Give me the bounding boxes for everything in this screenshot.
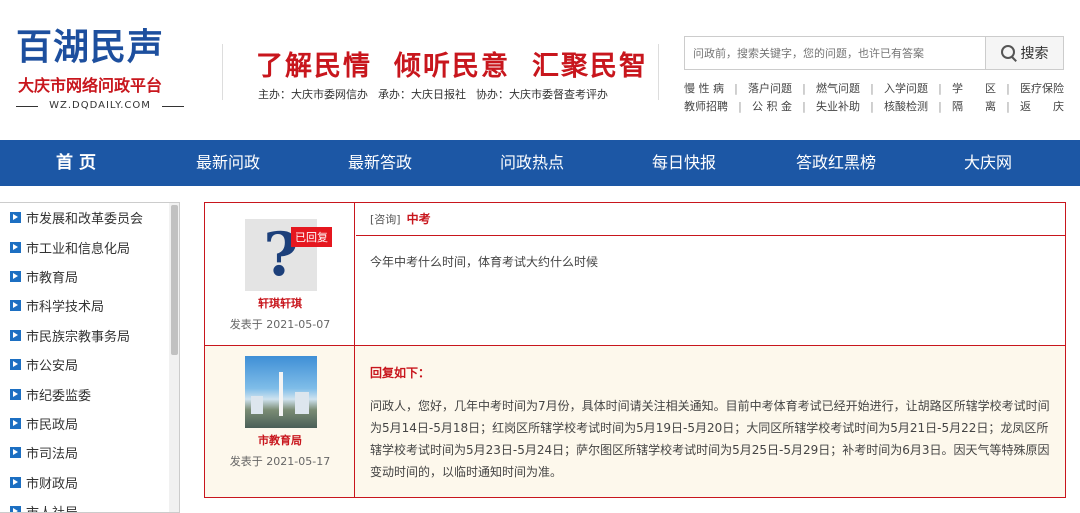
answer-date: 发表于 2021-05-17: [229, 455, 331, 468]
hot-tag[interactable]: 慢 性 病: [684, 80, 724, 98]
slogan-2: 倾听民意: [394, 51, 510, 82]
hot-tags-row-1: 慢 性 病 | 落户问题 | 燃气问题 | 入学问题 | 学 区 | 医疗保险: [684, 80, 1064, 98]
sidebar-item-label: 市人社局: [26, 502, 78, 512]
hot-tag[interactable]: 核酸检测: [884, 98, 928, 116]
main-nav: 首 页 最新问政 最新答政 问政热点 每日快报 答政红黑榜 大庆网: [0, 140, 1080, 186]
nav-daqing-net[interactable]: 大庆网: [912, 140, 1064, 186]
hot-tag[interactable]: 入学问题: [884, 80, 928, 98]
nav-hot-topics[interactable]: 问政热点: [456, 140, 608, 186]
nav-latest-answers[interactable]: 最新答政: [304, 140, 456, 186]
answer-body: 回复如下： 问政人，您好，几年中考时间为7月份，具体时间请关注相关通知。目前中考…: [356, 346, 1065, 497]
sidebar-item-label: 市公安局: [26, 359, 79, 375]
sidebar-item-education[interactable]: 市教育局: [0, 262, 179, 291]
sidebar-scrollbar[interactable]: [169, 203, 179, 512]
header-divider-left: [222, 44, 223, 100]
site-logo[interactable]: 百湖民声 大庆市网络问政平台 WZ.DQDAILY.COM: [16, 26, 188, 116]
arrow-right-icon: [10, 270, 21, 282]
question-body: [咨询] 中考 今年中考什么时间，体育考试大约什么时候: [356, 203, 1065, 345]
nav-latest-questions[interactable]: 最新问政: [152, 140, 304, 186]
sidebar-item-discipline[interactable]: 市纪委监委: [0, 379, 179, 408]
arrow-right-icon: [10, 417, 21, 429]
answer-department[interactable]: 市教育局: [205, 432, 355, 448]
organizer-co: 协办：大庆市委督查考评办: [476, 88, 608, 101]
answer-section: 市教育局 发表于 2021-05-17 回复如下： 问政人，您好，几年中考时间为…: [205, 346, 1065, 497]
header: 百湖民声 大庆市网络问政平台 WZ.DQDAILY.COM 了解民情 倾听民意 汇聚…: [0, 0, 1080, 140]
hot-tag[interactable]: 失业补助: [816, 98, 860, 116]
question-date: 发表于 2021-05-07: [229, 318, 331, 331]
sidebar-item-label: 市工业和信息化局: [26, 241, 131, 257]
slogan-3: 汇聚民智: [532, 51, 648, 82]
answer-content: 问政人，您好，几年中考时间为7月份，具体时间请关注相关通知。目前中考体育考试已经…: [370, 399, 1050, 479]
question-title: 中考: [406, 212, 431, 226]
hot-tag[interactable]: 医疗保险: [1020, 80, 1064, 98]
arrow-right-icon: [10, 388, 21, 400]
sidebar-item-label: 市财政局: [26, 476, 79, 492]
organizer-undertaker: 承办：大庆日报社: [378, 88, 466, 101]
question-title-row: [咨询] 中考: [356, 203, 1065, 236]
nav-ranking[interactable]: 答政红黑榜: [760, 140, 912, 186]
arrow-right-icon: [10, 212, 21, 224]
search-button-label: 搜索: [1020, 46, 1049, 62]
arrow-right-icon: [10, 447, 21, 459]
arrow-right-icon: [10, 300, 21, 312]
arrow-right-icon: [10, 359, 21, 371]
logo-subtitle: 大庆市网络问政平台: [18, 76, 163, 95]
hot-tag[interactable]: 落户问题: [748, 80, 792, 98]
sidebar-item-human-resources[interactable]: 市人社局: [0, 497, 179, 512]
hot-tags: 慢 性 病 | 落户问题 | 燃气问题 | 入学问题 | 学 区 | 医疗保险 教师招聘 |…: [684, 80, 1064, 116]
question-detail: ? 已回复 轩琪轩琪 发表于 2021-05-07 [咨询] 中考 今年中考什么时…: [204, 202, 1066, 498]
hot-tag[interactable]: 返 庆: [1020, 98, 1064, 116]
sidebar-item-label: 市司法局: [26, 447, 79, 463]
sidebar-item-industry-it[interactable]: 市工业和信息化局: [0, 232, 179, 261]
answer-author: 市教育局 发表于 2021-05-17: [205, 346, 355, 497]
sidebar-item-finance[interactable]: 市财政局: [0, 468, 179, 497]
sidebar-item-label: 市民族宗教事务局: [26, 329, 131, 345]
hot-tag[interactable]: 教师招聘: [684, 98, 728, 116]
sidebar-item-justice[interactable]: 市司法局: [0, 438, 179, 467]
question-content: 今年中考什么时间，体育考试大约什么时候: [370, 255, 599, 269]
search-box: 搜索: [684, 36, 1064, 70]
sidebar-item-science-tech[interactable]: 市科学技术局: [0, 291, 179, 320]
logo-title: 百湖民声: [16, 27, 165, 68]
sidebar-item-ethnic-religious[interactable]: 市民族宗教事务局: [0, 321, 179, 350]
arrow-right-icon: [10, 476, 21, 488]
hot-tag[interactable]: 学 区: [952, 80, 996, 98]
logo-url: WZ.DQDAILY.COM: [16, 99, 184, 113]
question-type: [咨询]: [370, 213, 401, 226]
hot-tags-row-2: 教师招聘 | 公 积 金 | 失业补助 | 核酸检测 | 隔 离 | 返 庆: [684, 98, 1064, 116]
sidebar-item-label: 市教育局: [26, 270, 79, 286]
arrow-right-icon: [10, 329, 21, 341]
nav-daily-news[interactable]: 每日快报: [608, 140, 760, 186]
sidebar-item-public-security[interactable]: 市公安局: [0, 350, 179, 379]
header-divider-right: [658, 44, 659, 100]
department-avatar: [245, 356, 317, 428]
answer-heading: 回复如下：: [370, 366, 431, 380]
search-icon: [1000, 45, 1017, 61]
scrollbar-thumb[interactable]: [171, 205, 178, 355]
author-name[interactable]: 轩琪轩琪: [205, 295, 355, 311]
sidebar-item-label: 市发展和改革委员会: [26, 212, 144, 228]
organizer-host: 主办：大庆市委网信办: [258, 88, 368, 101]
arrow-right-icon: [10, 506, 21, 512]
nav-home[interactable]: 首 页: [0, 140, 152, 186]
question-section: ? 已回复 轩琪轩琪 发表于 2021-05-07 [咨询] 中考 今年中考什么时…: [205, 203, 1065, 346]
status-badge: 已回复: [291, 227, 332, 247]
question-author: ? 已回复 轩琪轩琪 发表于 2021-05-07: [205, 203, 355, 345]
sidebar-item-development-reform[interactable]: 市发展和改革委员会: [0, 203, 179, 232]
organizers: 主办：大庆市委网信办 承办：大庆日报社 协办：大庆市委督查考评办: [258, 86, 618, 102]
department-sidebar: 市发展和改革委员会 市工业和信息化局 市教育局 市科学技术局 市民族宗教事务局 …: [0, 202, 180, 513]
sidebar-item-label: 市纪委监委: [26, 388, 92, 404]
search-input[interactable]: [685, 37, 985, 69]
sidebar-item-label: 市民政局: [26, 417, 79, 433]
hot-tag[interactable]: 隔 离: [952, 98, 996, 116]
arrow-right-icon: [10, 241, 21, 253]
slogan: 了解民情 倾听民意 汇聚民智: [256, 44, 670, 83]
slogan-1: 了解民情: [256, 51, 372, 82]
hot-tag[interactable]: 公 积 金: [752, 98, 792, 116]
hot-tag[interactable]: 燃气问题: [816, 80, 860, 98]
sidebar-item-civil-affairs[interactable]: 市民政局: [0, 409, 179, 438]
search-button[interactable]: 搜索: [985, 37, 1063, 69]
sidebar-item-label: 市科学技术局: [26, 300, 105, 316]
